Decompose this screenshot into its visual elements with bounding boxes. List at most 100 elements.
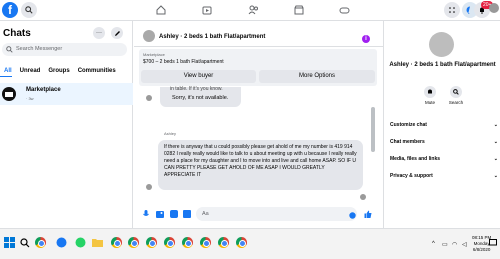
compose-icon <box>114 30 120 36</box>
conversation-name: Marketplace <box>26 87 61 93</box>
mute-label: Mute <box>424 100 435 105</box>
chrome-icon <box>236 237 247 248</box>
taskbar-app[interactable] <box>110 236 123 249</box>
customize-chat-section[interactable]: Customize chat ⌄ <box>390 122 500 128</box>
search-button[interactable] <box>21 2 37 18</box>
windows-taskbar: ^ ▭ ◠ ◁ 08:15 PM Monday 6/8/2020 <box>0 228 500 259</box>
privacy-support-section[interactable]: Privacy & support ⌄ <box>390 173 500 179</box>
image-icon[interactable] <box>156 210 164 218</box>
like-icon[interactable] <box>364 210 372 218</box>
sticker-icon[interactable] <box>170 210 178 218</box>
taskbar-app[interactable] <box>74 236 87 249</box>
windows-icon <box>4 237 15 248</box>
search-messenger-input[interactable]: Search Messenger <box>2 43 127 56</box>
sender-name: Ashley <box>164 131 177 136</box>
search-placeholder: Search Messenger <box>16 46 63 52</box>
conversation-info-panel: Ashley · 2 beds 1 bath Flat/apartment Mu… <box>383 21 500 228</box>
message-text: Sorry, it's not available. <box>172 95 229 101</box>
search-button[interactable] <box>18 236 31 249</box>
chat-bubble-icon <box>489 239 497 246</box>
conversation-item-marketplace[interactable]: Marketplace · 3w <box>0 83 133 105</box>
microphone-icon[interactable] <box>142 210 150 218</box>
chat-header: Ashley · 2 beds 1 bath Flat/apartment i <box>134 21 383 47</box>
notification-center-button[interactable] <box>488 238 498 248</box>
chevron-up-icon[interactable]: ^ <box>432 241 435 247</box>
taskbar-app[interactable] <box>55 236 68 249</box>
chrome-icon <box>200 237 211 248</box>
gif-icon[interactable] <box>183 210 191 218</box>
taskbar-app[interactable] <box>34 236 47 249</box>
chats-sidebar: Chats ··· Search Messenger All Unread Gr… <box>0 21 133 228</box>
emoji-icon[interactable] <box>348 211 356 219</box>
home-nav[interactable] <box>154 3 168 17</box>
chrome-icon <box>35 237 46 248</box>
filter-groups[interactable]: Groups <box>44 67 73 75</box>
chevron-down-icon: ⌄ <box>493 139 498 145</box>
whatsapp-icon <box>75 237 86 248</box>
messenger-icon <box>466 6 470 14</box>
taskbar-app[interactable] <box>145 236 158 249</box>
groups-nav[interactable] <box>246 3 260 17</box>
taskbar-app[interactable] <box>235 236 248 249</box>
scrollbar[interactable] <box>371 107 375 152</box>
marketplace-icon <box>5 92 13 97</box>
message-text: in table. If it's you know. <box>170 86 223 92</box>
message-list: in table. If it's you know. Sorry, it's … <box>134 86 383 204</box>
start-button[interactable] <box>3 236 16 249</box>
chevron-down-icon: ⌄ <box>493 173 498 179</box>
chats-title: Chats <box>3 28 31 39</box>
top-navigation-bar: f 20+ <box>0 0 500 21</box>
chrome-icon <box>146 237 157 248</box>
filter-unread[interactable]: Unread <box>16 67 45 75</box>
contact-avatar[interactable] <box>143 30 155 42</box>
watch-nav[interactable] <box>200 3 214 17</box>
taskbar-app[interactable] <box>163 236 176 249</box>
more-options-button[interactable]: More Options <box>259 70 375 83</box>
taskbar-app[interactable] <box>91 236 104 249</box>
marketplace-listing-card: Marketplace $700 – 2 beds 1 bath Flat/ap… <box>139 49 377 86</box>
volume-icon[interactable]: ◁ <box>462 241 467 248</box>
battery-icon[interactable]: ▭ <box>442 241 448 248</box>
listing-item[interactable]: $700 – 2 beds 1 bath Flat/apartment <box>143 59 224 65</box>
facebook-logo[interactable]: f <box>2 2 18 18</box>
search-label: Search <box>448 100 464 105</box>
taskbar-app[interactable] <box>217 236 230 249</box>
search-icon <box>19 237 29 247</box>
message-input[interactable]: Aa <box>196 207 357 221</box>
search-in-conversation-button[interactable]: Search <box>447 86 465 105</box>
info-icon[interactable]: i <box>362 35 370 43</box>
media-files-links-section[interactable]: Media, files and links ⌄ <box>390 156 500 162</box>
chat-filters: All Unread Groups Communities <box>0 67 133 77</box>
filter-all[interactable]: All <box>0 67 16 75</box>
wifi-icon[interactable]: ◠ <box>452 241 457 248</box>
bell-icon <box>428 89 432 94</box>
taskbar-app[interactable] <box>181 236 194 249</box>
mute-button[interactable]: Mute <box>421 86 439 105</box>
gaming-nav[interactable] <box>337 3 351 17</box>
chrome-icon <box>182 237 193 248</box>
message-bubble: If there is anyway that u could possibly… <box>158 140 363 190</box>
chrome-icon <box>164 237 175 248</box>
search-icon <box>25 6 33 14</box>
listing-photo[interactable] <box>429 32 454 57</box>
section-label: Customize chat <box>390 122 427 128</box>
section-label: Chat members <box>390 139 425 145</box>
account-avatar[interactable] <box>489 3 499 13</box>
marketplace-nav[interactable] <box>292 3 306 17</box>
chat-members-section[interactable]: Chat members ⌄ <box>390 139 500 145</box>
home-icon <box>156 5 166 15</box>
filter-communities[interactable]: Communities <box>74 67 120 75</box>
marketplace-icon <box>294 5 304 15</box>
chrome-icon <box>128 237 139 248</box>
search-icon <box>453 89 459 95</box>
view-buyer-button[interactable]: View buyer <box>141 70 256 83</box>
chrome-icon <box>218 237 229 248</box>
new-message-button[interactable] <box>111 27 123 39</box>
message-text: If there is anyway that u could possibly… <box>164 144 357 178</box>
chat-title[interactable]: Ashley · 2 beds 1 bath Flat/apartment <box>159 34 265 40</box>
taskbar-app[interactable] <box>199 236 212 249</box>
menu-button[interactable] <box>444 2 460 18</box>
chevron-down-icon: ⌄ <box>493 156 498 162</box>
taskbar-app[interactable] <box>127 236 140 249</box>
more-options-button[interactable]: ··· <box>93 27 105 39</box>
